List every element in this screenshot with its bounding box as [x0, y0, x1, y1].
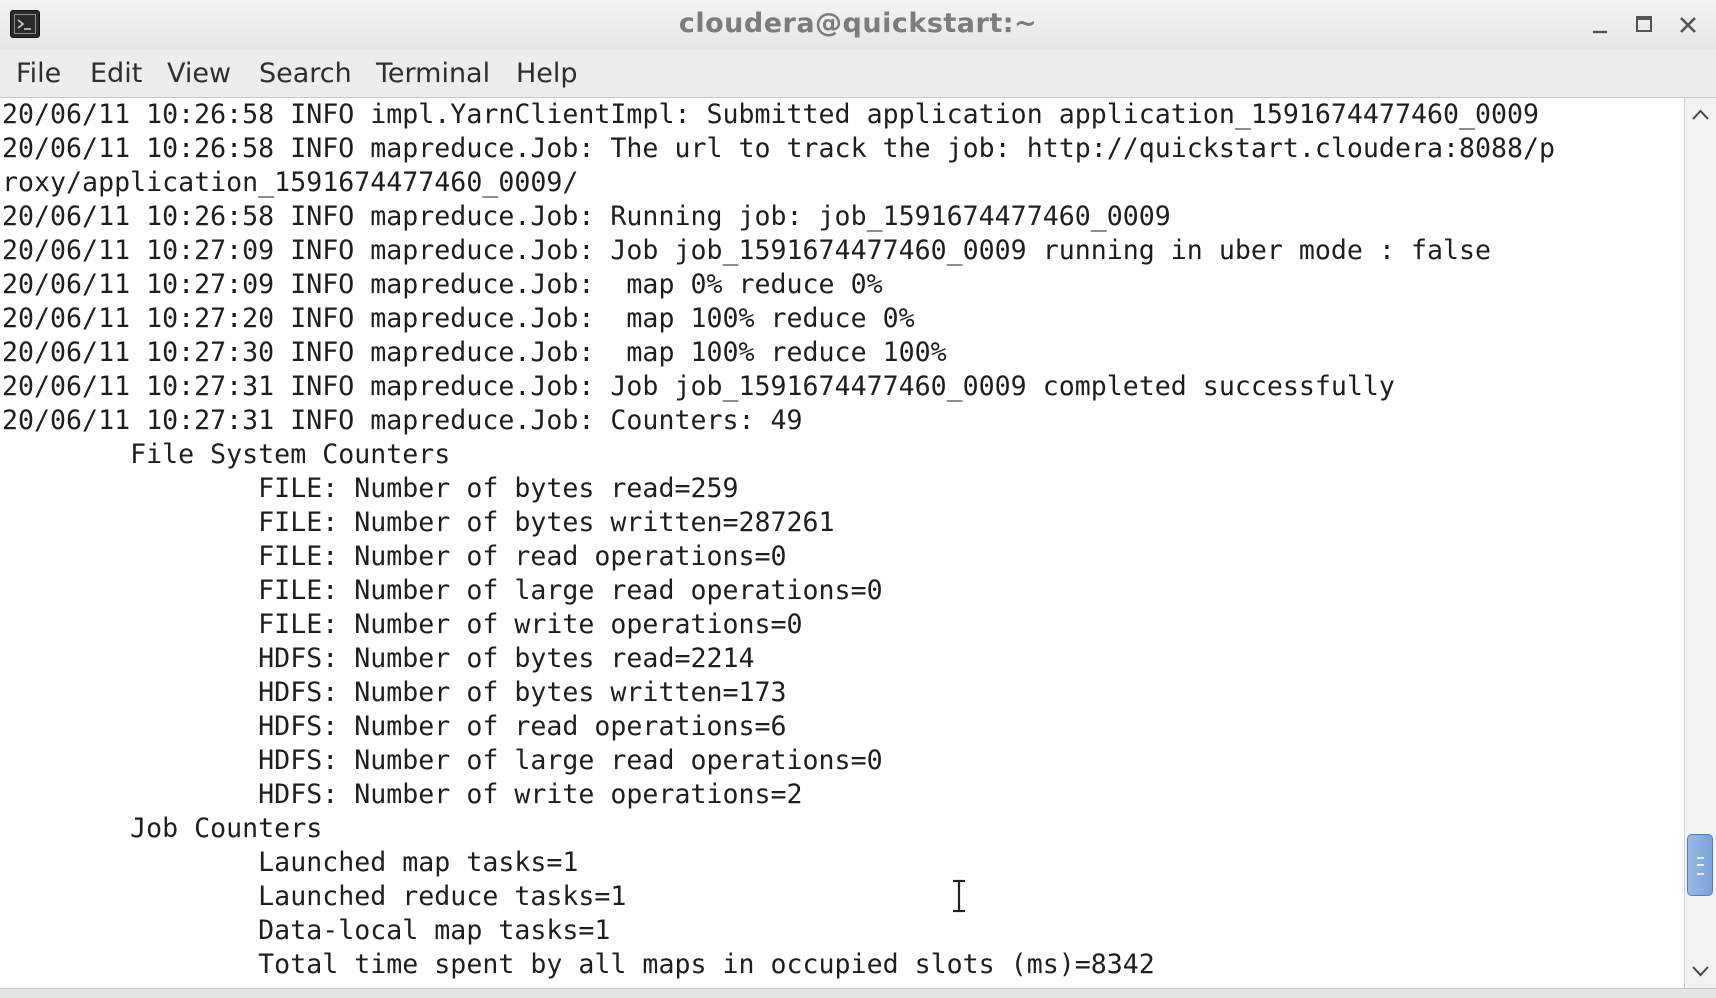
terminal-line: 20/06/11 10:26:58 INFO mapreduce.Job: Ru…	[2, 201, 1171, 232]
menu-edit[interactable]: Edit	[90, 50, 142, 98]
terminal-line: Total time spent by all maps in occupied…	[2, 949, 1155, 980]
terminal-line: 20/06/11 10:27:31 INFO mapreduce.Job: Jo…	[2, 371, 1395, 402]
close-icon	[1680, 17, 1696, 33]
terminal-line: FILE: Number of read operations=0	[2, 541, 787, 572]
terminal-line: FILE: Number of bytes written=287261	[2, 507, 835, 538]
close-button[interactable]	[1672, 10, 1704, 40]
terminal-line: 20/06/11 10:27:30 INFO mapreduce.Job: ma…	[2, 337, 947, 368]
menu-bar: File Edit View Search Terminal Help	[0, 50, 1716, 98]
terminal-line: Launched reduce tasks=1	[2, 881, 627, 912]
scroll-up-arrow-icon	[1692, 109, 1709, 120]
terminal-line: HDFS: Number of large read operations=0	[2, 745, 883, 776]
terminal-line: 20/06/11 10:27:09 INFO mapreduce.Job: Jo…	[2, 235, 1492, 266]
terminal-line: File System Counters	[2, 439, 451, 470]
vertical-scrollbar[interactable]	[1684, 98, 1716, 988]
terminal-line: FILE: Number of large read operations=0	[2, 575, 883, 606]
maximize-button[interactable]	[1628, 10, 1660, 40]
terminal-line: Launched map tasks=1	[2, 847, 579, 878]
terminal-line: Data-local map tasks=1	[2, 915, 611, 946]
terminal-output[interactable]: 20/06/11 10:26:58 INFO impl.YarnClientIm…	[0, 98, 1684, 988]
terminal-line: Job Counters	[2, 813, 323, 844]
terminal-line: FILE: Number of write operations=0	[2, 609, 803, 640]
menu-terminal[interactable]: Terminal	[376, 50, 490, 98]
window-title: cloudera@quickstart:~	[678, 8, 1038, 39]
terminal-line: roxy/application_1591674477460_0009/	[2, 167, 579, 198]
maximize-icon	[1636, 16, 1652, 32]
terminal-line: 20/06/11 10:26:58 INFO mapreduce.Job: Th…	[2, 133, 1556, 164]
minimize-button[interactable]	[1584, 10, 1616, 40]
scroll-down-button[interactable]	[1685, 956, 1716, 986]
scroll-up-button[interactable]	[1685, 100, 1716, 130]
text-cursor-icon	[953, 879, 965, 913]
menu-file[interactable]: File	[16, 50, 61, 98]
menu-search[interactable]: Search	[259, 50, 352, 98]
terminal-line: HDFS: Number of write operations=2	[2, 779, 803, 810]
terminal-line: FILE: Number of bytes read=259	[2, 473, 739, 504]
terminal-line: 20/06/11 10:27:20 INFO mapreduce.Job: ma…	[2, 303, 915, 334]
terminal-line: 20/06/11 10:26:58 INFO impl.YarnClientIm…	[2, 99, 1540, 130]
menu-help[interactable]: Help	[516, 50, 578, 98]
terminal-line: HDFS: Number of read operations=6	[2, 711, 787, 742]
terminal-line: HDFS: Number of bytes written=173	[2, 677, 787, 708]
terminal-line: HDFS: Number of bytes read=2214	[2, 643, 755, 674]
scrollbar-thumb[interactable]	[1687, 834, 1713, 896]
title-bar[interactable]: cloudera@quickstart:~	[0, 0, 1716, 50]
minimize-icon	[1593, 30, 1607, 34]
terminal-line: 20/06/11 10:27:09 INFO mapreduce.Job: ma…	[2, 269, 883, 300]
terminal-window: cloudera@quickstart:~ File Edit View Sea…	[0, 0, 1716, 998]
scroll-down-arrow-icon	[1692, 966, 1709, 977]
menu-view[interactable]: View	[167, 50, 231, 98]
window-bottom-edge	[0, 988, 1716, 998]
terminal-line: 20/06/11 10:27:31 INFO mapreduce.Job: Co…	[2, 405, 803, 436]
